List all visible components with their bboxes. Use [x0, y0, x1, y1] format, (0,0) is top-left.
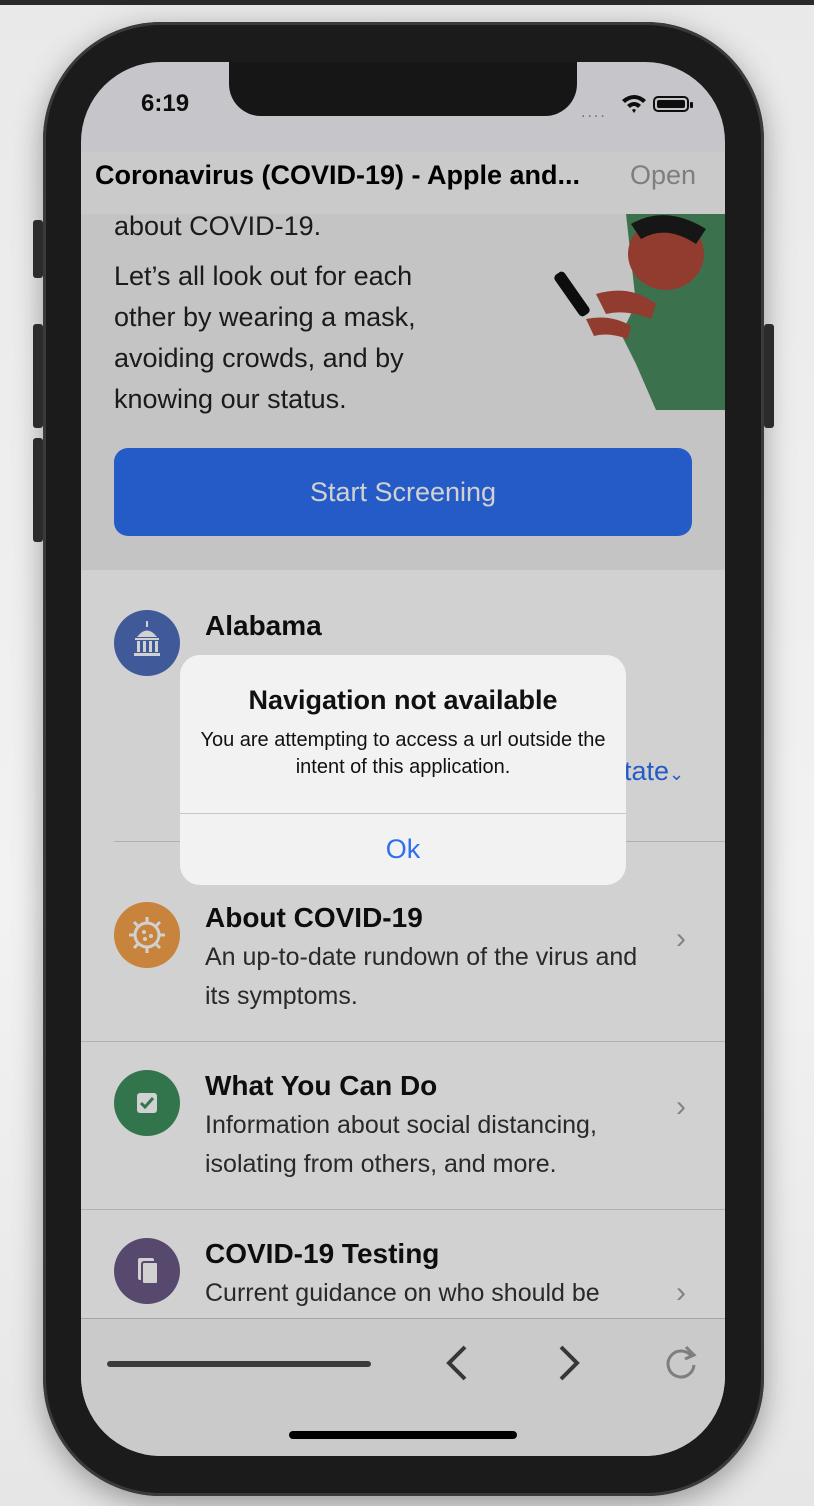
alert-message: You are attempting to access a url outsi… [200, 729, 606, 778]
web-page: 6:19 .... Coronavirus (COVID-19) - Apple… [81, 62, 725, 1456]
ok-button[interactable]: Ok [180, 814, 626, 885]
phone-screen: 6:19 .... Coronavirus (COVID-19) - Apple… [81, 62, 725, 1456]
alert-dialog: Navigation not available You are attempt… [180, 655, 626, 885]
volume-up-button [33, 324, 43, 428]
volume-down-button [33, 438, 43, 542]
alert-title: Navigation not available [248, 685, 558, 715]
window-top-bar [0, 0, 814, 5]
silent-switch [33, 220, 43, 278]
power-button [764, 324, 774, 428]
